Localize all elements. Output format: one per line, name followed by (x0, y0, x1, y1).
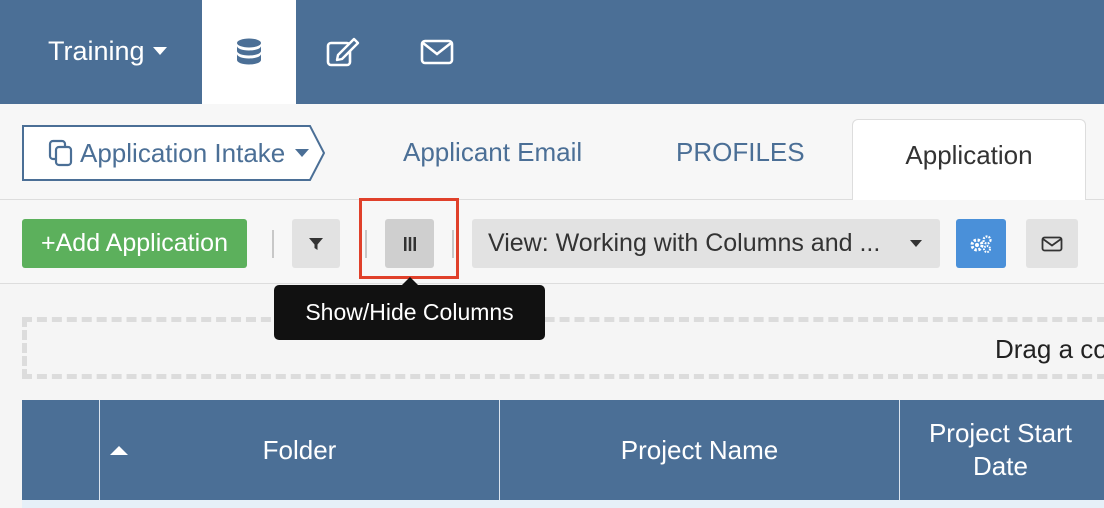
tab-bar: Application Intake Applicant Email PROFI… (0, 104, 1104, 201)
view-settings-button[interactable] (956, 219, 1006, 268)
tooltip-show-hide-columns: Show/Hide Columns (274, 285, 545, 340)
chevron-down-icon (910, 240, 922, 247)
tab-profiles[interactable]: PROFILES (676, 132, 805, 172)
tab-applicant-email[interactable]: Applicant Email (403, 132, 582, 172)
view-select[interactable]: View: Working with Columns and ... (472, 219, 940, 268)
mail-icon (1041, 236, 1063, 251)
workspace-label: Training (48, 35, 145, 66)
column-header-folder[interactable]: Folder (99, 400, 499, 500)
grid-select-column[interactable] (22, 400, 99, 500)
column-header-project-start-date[interactable]: Project Start Date (899, 400, 1101, 500)
breadcrumb-application-intake[interactable]: Application Intake (22, 125, 325, 181)
tooltip-arrow (402, 277, 418, 285)
columns-icon (403, 236, 416, 251)
edit-nav-button[interactable] (296, 0, 390, 104)
breadcrumb-label: Application Intake (80, 137, 286, 168)
group-drop-zone[interactable]: Drag a co (22, 317, 1104, 379)
toolbar: +Add Application View: Working with Colu… (0, 200, 1104, 284)
show-hide-columns-button[interactable] (385, 219, 434, 268)
tab-application[interactable]: Application (852, 119, 1086, 201)
mail-nav-button[interactable] (390, 0, 484, 104)
toolbar-divider (365, 230, 367, 258)
view-select-label: View: Working with Columns and ... (488, 229, 881, 257)
column-header-label: Project Start Date (928, 418, 1073, 481)
gears-icon (970, 234, 992, 253)
filter-button[interactable] (292, 219, 340, 268)
column-header-project-name[interactable]: Project Name (499, 400, 899, 500)
column-header-label: Project Name (620, 434, 779, 465)
toolbar-divider (452, 230, 454, 258)
workspace-dropdown[interactable]: Training (48, 32, 167, 70)
chevron-down-icon (152, 47, 167, 55)
group-drop-zone-text: Drag a co (995, 334, 1104, 364)
database-nav-button[interactable] (202, 0, 296, 104)
filter-icon (309, 237, 323, 250)
email-view-button[interactable] (1026, 219, 1078, 268)
database-icon (237, 38, 261, 65)
copy-icon (48, 139, 73, 167)
toolbar-divider (272, 230, 274, 258)
grid-header: Folder Project Name Project Start Date (22, 400, 1104, 500)
sort-ascending-icon (110, 446, 128, 455)
chevron-down-icon (295, 149, 310, 157)
edit-icon (326, 37, 360, 67)
add-application-button[interactable]: +Add Application (22, 219, 247, 268)
mail-icon (420, 39, 454, 65)
table-row[interactable] (22, 500, 1104, 508)
column-header-label: Folder (262, 434, 337, 465)
top-navbar: Training (0, 0, 1104, 104)
